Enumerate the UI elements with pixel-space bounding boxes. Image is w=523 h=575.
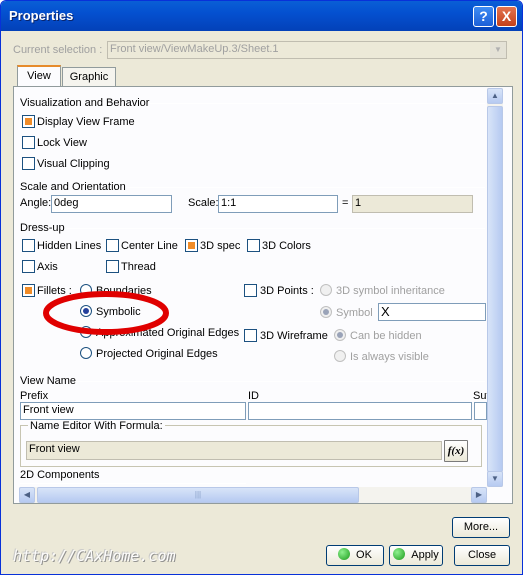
help-button[interactable]: ? xyxy=(473,6,494,27)
current-selection-label: Current selection : xyxy=(13,44,103,56)
prefix-label: Prefix xyxy=(20,390,49,402)
view-name-title: View Name xyxy=(20,375,77,387)
angle-label: Angle: xyxy=(20,197,52,209)
3d-colors-checkbox[interactable] xyxy=(247,239,260,252)
3d-colors-label: 3D Colors xyxy=(262,240,311,252)
projected-edges-radio[interactable] xyxy=(80,347,92,359)
hidden-lines-label: Hidden Lines xyxy=(37,240,102,252)
symbol-label: Symbol xyxy=(336,307,373,319)
center-line-checkbox[interactable] xyxy=(106,239,119,252)
current-selection-field[interactable]: Front view/ViewMakeUp.3/Sheet.1 ▼ xyxy=(107,41,507,59)
scroll-down-icon[interactable]: ▼ xyxy=(487,471,503,487)
thread-checkbox[interactable] xyxy=(106,260,119,273)
projected-edges-label: Projected Original Edges xyxy=(96,348,218,360)
divider xyxy=(127,187,485,188)
equals-sign: = xyxy=(342,197,349,209)
scale-title: Scale and Orientation xyxy=(20,181,126,193)
name-editor-field[interactable]: Front view xyxy=(26,441,442,460)
id-input[interactable] xyxy=(248,402,472,420)
3d-points-label: 3D Points : xyxy=(260,285,314,297)
center-line-label: Center Line xyxy=(121,240,178,252)
tab-graphic[interactable]: Graphic xyxy=(62,67,116,87)
vertical-scrollbar[interactable]: ▲ ▼ xyxy=(487,88,503,487)
highlight-ellipse xyxy=(43,291,169,335)
axis-label: Axis xyxy=(37,261,58,273)
can-be-hidden-label: Can be hidden xyxy=(350,330,422,342)
symbol-field[interactable]: X xyxy=(378,303,486,321)
ok-icon xyxy=(338,548,351,560)
display-view-frame-checkbox[interactable] xyxy=(22,115,35,128)
scale-input[interactable]: 1:1 xyxy=(218,195,338,213)
more-button[interactable]: More... xyxy=(452,517,510,538)
can-be-hidden-radio[interactable] xyxy=(334,329,346,341)
ok-button[interactable]: OK xyxy=(326,545,384,566)
scale-result-field: 1 xyxy=(352,195,473,213)
visual-clipping-label: Visual Clipping xyxy=(37,158,110,170)
divider xyxy=(20,483,246,484)
formula-button[interactable]: f(x) xyxy=(444,440,468,462)
scroll-right-icon[interactable]: ▶ xyxy=(471,487,487,503)
scroll-up-icon[interactable]: ▲ xyxy=(487,88,503,104)
chevron-down-icon[interactable]: ▼ xyxy=(490,42,506,58)
3d-wireframe-label: 3D Wireframe xyxy=(260,330,328,342)
id-label: ID xyxy=(248,390,259,402)
close-button[interactable]: Close xyxy=(454,545,510,566)
name-editor-label: Name Editor With Formula: xyxy=(28,420,165,432)
3d-wireframe-checkbox[interactable] xyxy=(244,329,257,342)
tab-view[interactable]: View xyxy=(17,65,61,87)
3d-points-checkbox[interactable] xyxy=(244,284,257,297)
apply-label: Apply xyxy=(411,549,439,561)
divider xyxy=(75,381,485,382)
scale-label: Scale: xyxy=(188,197,219,209)
horizontal-scrollbar[interactable]: ◀ ||| ▶ xyxy=(19,487,487,503)
3d-symbol-inheritance-radio[interactable] xyxy=(320,284,332,296)
scroll-left-icon[interactable]: ◀ xyxy=(19,487,35,503)
suffix-input[interactable] xyxy=(474,402,487,420)
lock-view-label: Lock View xyxy=(37,137,87,149)
close-window-button[interactable]: X xyxy=(496,6,517,27)
thread-label: Thread xyxy=(121,261,156,273)
apply-icon xyxy=(393,548,406,560)
fillets-checkbox[interactable] xyxy=(22,284,35,297)
watermark: http://CAxHome.com xyxy=(13,547,176,565)
title-bar[interactable]: Properties ? X xyxy=(1,1,522,31)
3d-spec-label: 3D spec xyxy=(200,240,241,252)
properties-dialog: Properties ? X Current selection : Front… xyxy=(0,0,523,575)
current-selection-value: Front view/ViewMakeUp.3/Sheet.1 xyxy=(110,43,279,55)
display-view-frame-label: Display View Frame xyxy=(37,116,135,128)
ok-label: OK xyxy=(356,549,372,561)
angle-input[interactable]: 0deg xyxy=(51,195,172,213)
apply-button[interactable]: Apply xyxy=(389,545,443,566)
3d-symbol-inheritance-label: 3D symbol inheritance xyxy=(336,285,445,297)
divider xyxy=(67,228,485,229)
always-visible-radio[interactable] xyxy=(334,350,346,362)
2d-components-title: 2D Components xyxy=(20,469,100,481)
always-visible-label: Is always visible xyxy=(350,351,429,363)
lock-view-checkbox[interactable] xyxy=(22,136,35,149)
symbol-radio[interactable] xyxy=(320,306,332,318)
visualization-title: Visualization and Behavior xyxy=(20,97,150,109)
dialog-title: Properties xyxy=(9,8,74,23)
horizontal-scroll-thumb[interactable]: ||| xyxy=(37,487,359,503)
hidden-lines-checkbox[interactable] xyxy=(22,239,35,252)
3d-spec-checkbox[interactable] xyxy=(185,239,198,252)
dressup-title: Dress-up xyxy=(20,222,65,234)
divider xyxy=(149,103,485,104)
visual-clipping-checkbox[interactable] xyxy=(22,157,35,170)
axis-checkbox[interactable] xyxy=(22,260,35,273)
vertical-scroll-thumb[interactable] xyxy=(487,106,503,472)
prefix-input[interactable]: Front view xyxy=(20,402,246,420)
